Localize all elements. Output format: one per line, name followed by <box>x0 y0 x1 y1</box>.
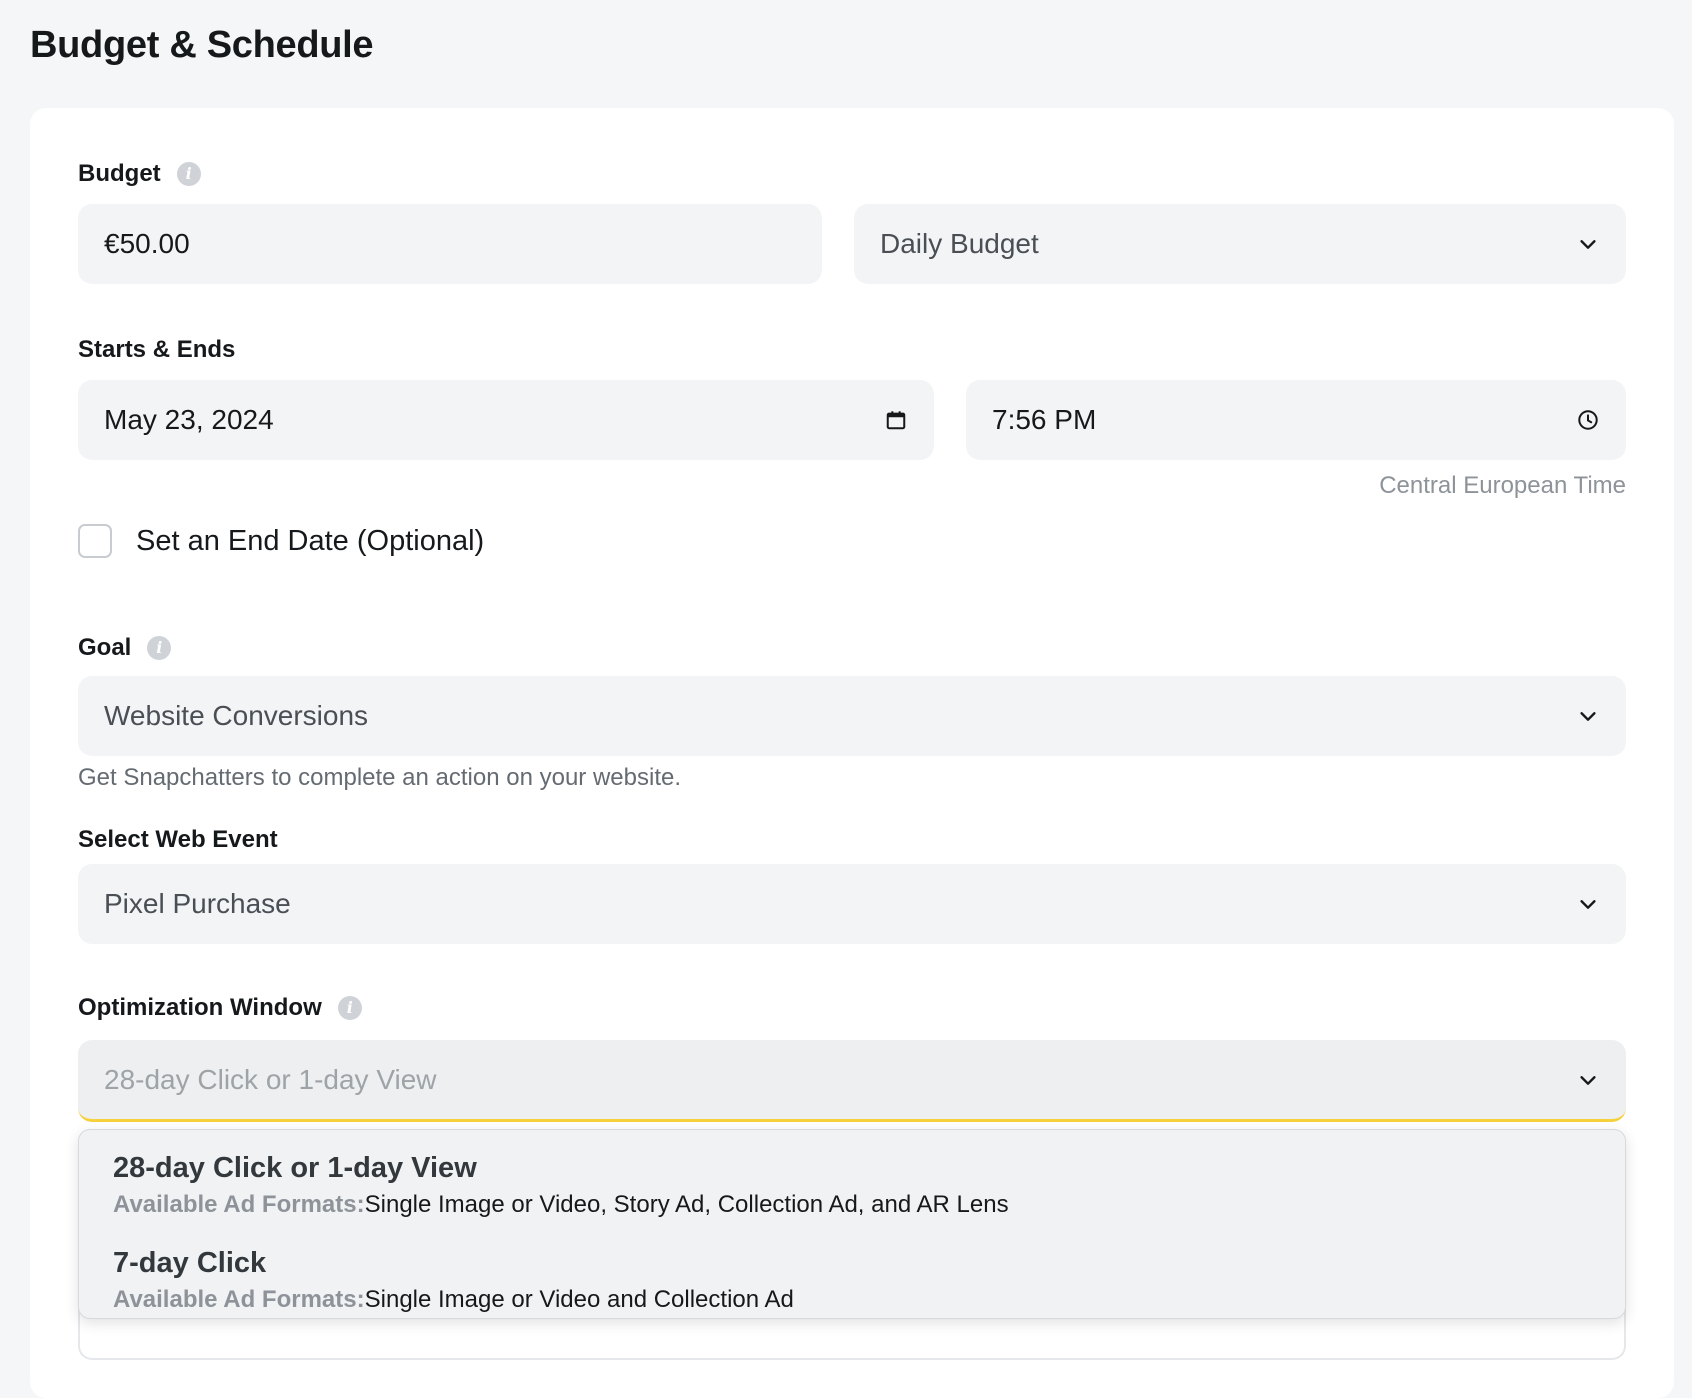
start-time-value: 7:56 PM <box>992 404 1097 435</box>
goal-select[interactable]: Website Conversions <box>78 676 1626 756</box>
budget-schedule-card: Budget i €50.00 Daily Budget Starts & En… <box>30 108 1674 1398</box>
optimization-window-placeholder: 28-day Click or 1-day View <box>104 1063 437 1095</box>
schedule-label: Starts & Ends <box>78 336 236 363</box>
start-time-input[interactable]: 7:56 PM <box>966 380 1626 460</box>
option-formats-value: Single Image or Video and Collection Ad <box>364 1286 794 1313</box>
budget-label: Budget <box>78 160 161 187</box>
goal-label-row: Goal i <box>78 634 172 662</box>
dropdown-option-7-day[interactable]: 7-day Click Available Ad Formats:Single … <box>113 1247 1591 1314</box>
chevron-down-icon <box>1576 704 1600 728</box>
web-event-value: Pixel Purchase <box>104 888 291 919</box>
option-formats-value: Single Image or Video, Story Ad, Collect… <box>364 1191 1009 1218</box>
goal-label: Goal <box>78 634 132 661</box>
option-formats: Available Ad Formats:Single Image or Vid… <box>113 1191 1591 1219</box>
budget-label-row: Budget i <box>78 160 201 188</box>
optimization-window-label: Optimization Window <box>78 994 322 1021</box>
info-icon[interactable]: i <box>337 996 362 1020</box>
calendar-icon[interactable] <box>884 408 908 432</box>
optimization-window-label-row: Optimization Window i <box>78 994 362 1022</box>
goal-helper-text: Get Snapchatters to complete an action o… <box>78 764 682 791</box>
web-event-select[interactable]: Pixel Purchase <box>78 864 1626 944</box>
chevron-down-icon <box>1576 892 1600 916</box>
goal-value: Website Conversions <box>104 700 369 731</box>
schedule-label-row: Starts & Ends <box>78 336 235 364</box>
budget-amount-input[interactable]: €50.00 <box>78 204 822 284</box>
optimization-window-dropdown: 28-day Click or 1-day View Available Ad … <box>78 1129 1626 1319</box>
chevron-down-icon <box>1576 232 1600 256</box>
start-date-value: May 23, 2024 <box>104 404 274 435</box>
budget-type-select[interactable]: Daily Budget <box>854 204 1626 284</box>
budget-type-value: Daily Budget <box>880 228 1039 259</box>
option-title: 7-day Click <box>113 1247 267 1279</box>
web-event-label-row: Select Web Event <box>78 826 278 854</box>
page-title: Budget & Schedule <box>30 24 374 66</box>
budget-amount-value: €50.00 <box>104 228 190 259</box>
info-icon[interactable]: i <box>176 162 201 186</box>
start-date-input[interactable]: May 23, 2024 <box>78 380 934 460</box>
option-title: 28-day Click or 1-day View <box>113 1152 477 1184</box>
dropdown-option-28-day[interactable]: 28-day Click or 1-day View Available Ad … <box>113 1152 1591 1219</box>
optimization-window-select[interactable]: 28-day Click or 1-day View <box>78 1040 1626 1122</box>
end-date-checkbox[interactable] <box>78 524 112 558</box>
option-formats-key: Available Ad Formats: <box>113 1286 365 1313</box>
timezone-text: Central European Time <box>1379 472 1626 499</box>
end-date-checkbox-row[interactable]: Set an End Date (Optional) <box>78 524 484 558</box>
chevron-down-icon <box>1576 1068 1600 1092</box>
end-date-checkbox-label[interactable]: Set an End Date (Optional) <box>136 525 484 558</box>
option-formats-key: Available Ad Formats: <box>113 1191 365 1218</box>
web-event-label: Select Web Event <box>78 826 278 853</box>
info-icon[interactable]: i <box>147 636 172 660</box>
option-formats: Available Ad Formats:Single Image or Vid… <box>113 1286 1591 1314</box>
clock-icon[interactable] <box>1576 408 1600 432</box>
